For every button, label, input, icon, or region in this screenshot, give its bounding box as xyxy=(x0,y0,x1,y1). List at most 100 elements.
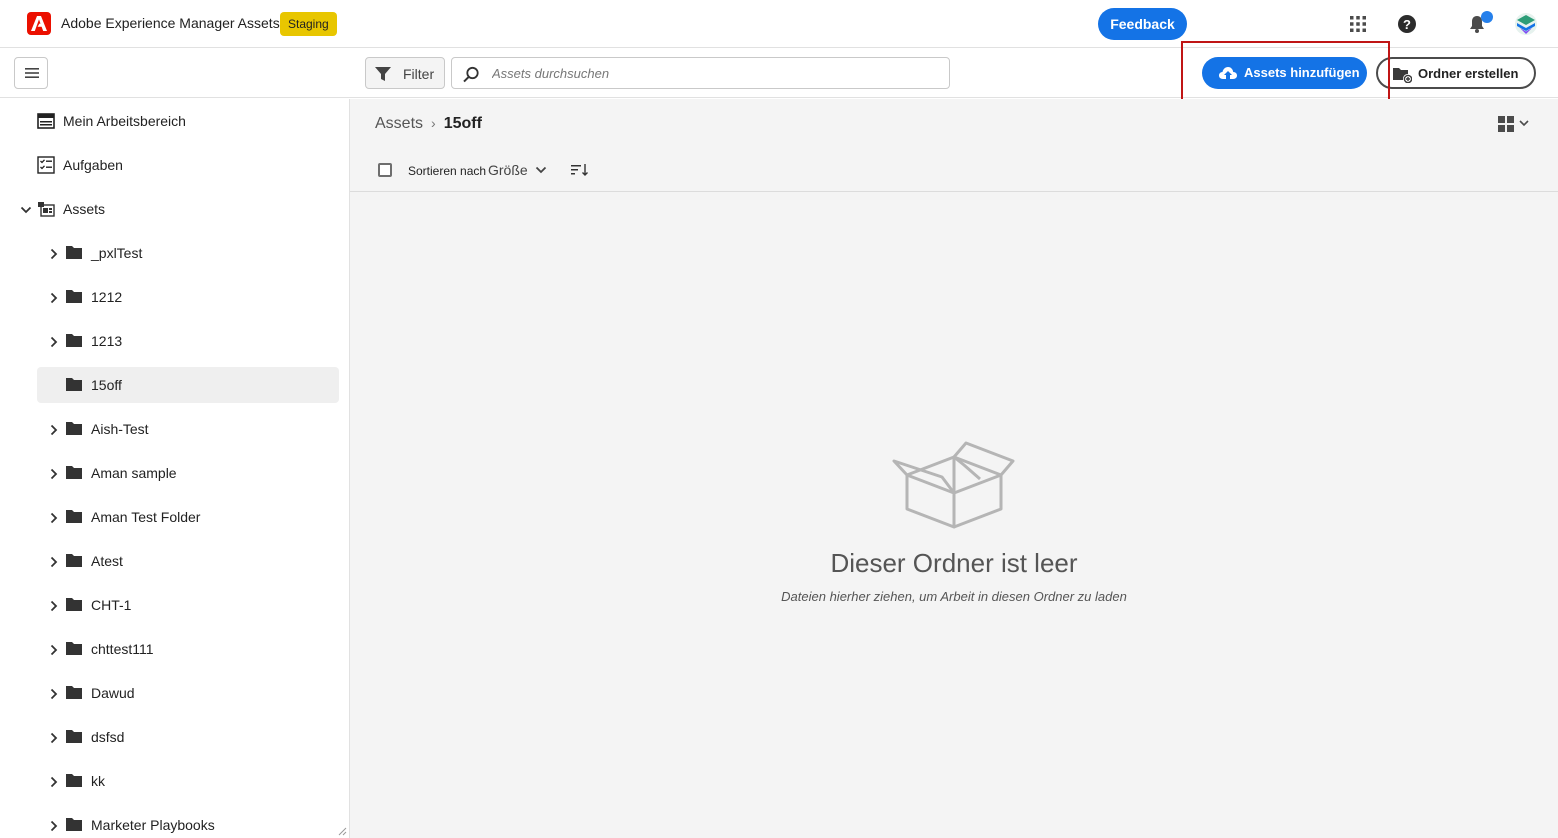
chevron-right-icon[interactable] xyxy=(48,643,60,656)
sort-field-dropdown[interactable]: Größe xyxy=(488,162,528,178)
chevron-right-icon[interactable] xyxy=(48,819,60,832)
hamburger-icon xyxy=(25,68,39,78)
sort-label: Sortieren nach xyxy=(408,164,487,178)
folder-icon xyxy=(65,288,83,306)
chevron-right-icon[interactable] xyxy=(48,335,60,348)
folder-icon xyxy=(65,420,83,438)
chevron-down-icon xyxy=(1519,120,1529,127)
sidebar-folder-item[interactable]: Dawud xyxy=(0,675,349,711)
sidebar-item-label: kk xyxy=(91,773,105,789)
sidebar-item-label: Assets xyxy=(63,201,106,217)
menu-toggle-button[interactable] xyxy=(14,57,48,89)
sidebar: Mein Arbeitsbereich Aufgaben Assets _pxl… xyxy=(0,99,350,838)
sidebar-item-assets[interactable]: Assets xyxy=(0,191,349,227)
sidebar-folder-item[interactable]: Marketer Playbooks xyxy=(0,807,349,838)
sort-order-icon[interactable] xyxy=(570,162,590,178)
highlight-annotation xyxy=(1181,41,1390,106)
sidebar-item-label: 15off xyxy=(91,377,122,393)
folder-icon xyxy=(65,772,83,790)
sidebar-item-label: 1213 xyxy=(91,333,123,349)
help-icon[interactable]: ? xyxy=(1395,12,1419,36)
main-content: Assets › 15off Sortieren nach Größe Dieser… xyxy=(350,99,1558,838)
sidebar-folder-item[interactable]: _pxlTest xyxy=(0,235,349,271)
folder-icon xyxy=(65,728,83,746)
sidebar-folder-item[interactable]: Aish-Test xyxy=(0,411,349,447)
sort-bar: Sortieren nach Größe xyxy=(350,147,1558,192)
folder-icon xyxy=(65,508,83,526)
sidebar-folder-item[interactable]: dsfsd xyxy=(0,719,349,755)
sidebar-item-label: Dawud xyxy=(91,685,135,701)
grid-view-icon xyxy=(1498,116,1514,132)
sidebar-folder-item[interactable]: CHT-1 xyxy=(0,587,349,623)
folder-icon xyxy=(65,464,83,482)
adobe-logo-icon[interactable] xyxy=(27,12,51,35)
sidebar-item-label: CHT-1 xyxy=(91,597,132,613)
app-switcher-icon[interactable] xyxy=(1346,12,1370,36)
folder-icon xyxy=(65,816,83,834)
breadcrumb-separator-icon: › xyxy=(431,115,436,131)
search-box xyxy=(451,57,950,89)
breadcrumb-current: 15off xyxy=(443,115,482,132)
chevron-right-icon[interactable] xyxy=(48,599,60,612)
chevron-right-icon[interactable] xyxy=(48,247,60,260)
view-switcher-button[interactable] xyxy=(1498,115,1532,133)
folder-icon xyxy=(65,640,83,658)
sidebar-folder-item[interactable]: Aman Test Folder xyxy=(0,499,349,535)
sidebar-item-label: Aufgaben xyxy=(63,157,123,173)
empty-box-icon xyxy=(892,441,1015,529)
resize-grip-icon[interactable] xyxy=(337,826,347,836)
chevron-down-icon[interactable] xyxy=(20,203,32,215)
chevron-right-icon[interactable] xyxy=(48,731,60,744)
funnel-icon xyxy=(375,67,391,81)
chevron-right-icon[interactable] xyxy=(48,775,60,788)
folder-icon xyxy=(65,684,83,702)
sidebar-folder-item[interactable]: 15off xyxy=(0,367,349,403)
tasks-icon xyxy=(37,156,55,174)
svg-text:?: ? xyxy=(1403,17,1411,32)
sidebar-item-label: Marketer Playbooks xyxy=(91,817,215,833)
sidebar-item-label: Mein Arbeitsbereich xyxy=(63,113,186,129)
sidebar-item-label: dsfsd xyxy=(91,729,125,745)
sidebar-item-label: _pxlTest xyxy=(91,245,143,261)
create-folder-button[interactable]: Ordner erstellen xyxy=(1376,57,1536,89)
chevron-down-icon[interactable] xyxy=(535,164,547,176)
environment-badge: Staging xyxy=(280,12,337,36)
chevron-right-icon[interactable] xyxy=(48,687,60,700)
sidebar-folder-item[interactable]: Aman sample xyxy=(0,455,349,491)
chevron-right-icon[interactable] xyxy=(48,291,60,304)
select-all-checkbox[interactable] xyxy=(378,163,392,177)
add-folder-icon xyxy=(1393,68,1412,83)
filter-button[interactable]: Filter xyxy=(365,57,445,89)
sidebar-folder-item[interactable]: Atest xyxy=(0,543,349,579)
app-title: Adobe Experience Manager Assets xyxy=(61,15,280,31)
breadcrumb-root-link[interactable]: Assets xyxy=(375,115,423,132)
assets-icon xyxy=(37,200,55,218)
chevron-right-icon[interactable] xyxy=(48,423,60,436)
notification-dot xyxy=(1481,11,1493,23)
chevron-right-icon[interactable] xyxy=(48,511,60,524)
sidebar-item-workspace[interactable]: Mein Arbeitsbereich xyxy=(0,103,349,139)
breadcrumb: Assets › 15off xyxy=(375,115,482,133)
sidebar-item-label: Aman Test Folder xyxy=(91,509,201,525)
folder-icon xyxy=(65,244,83,262)
sidebar-item-label: 1212 xyxy=(91,289,123,305)
sidebar-item-label: chttest111 xyxy=(91,641,154,657)
empty-state-subtitle: Dateien hierher ziehen, um Arbeit in die… xyxy=(781,589,1127,604)
chevron-right-icon[interactable] xyxy=(48,555,60,568)
workspace-icon xyxy=(37,112,55,130)
search-input[interactable] xyxy=(492,58,932,88)
sidebar-item-label: Aman sample xyxy=(91,465,177,481)
user-avatar[interactable] xyxy=(1514,12,1538,36)
sidebar-folder-item[interactable]: 1212 xyxy=(0,279,349,315)
folder-icon xyxy=(65,376,83,394)
create-folder-label: Ordner erstellen xyxy=(1418,66,1519,81)
sidebar-folder-item[interactable]: 1213 xyxy=(0,323,349,359)
sidebar-item-tasks[interactable]: Aufgaben xyxy=(0,147,349,183)
sidebar-item-label: Aish-Test xyxy=(91,421,149,437)
sidebar-folder-item[interactable]: kk xyxy=(0,763,349,799)
feedback-button[interactable]: Feedback xyxy=(1098,8,1187,40)
chevron-right-icon[interactable] xyxy=(48,467,60,480)
folder-icon xyxy=(65,552,83,570)
sidebar-folder-item[interactable]: chttest111 xyxy=(0,631,349,667)
folder-icon xyxy=(65,596,83,614)
